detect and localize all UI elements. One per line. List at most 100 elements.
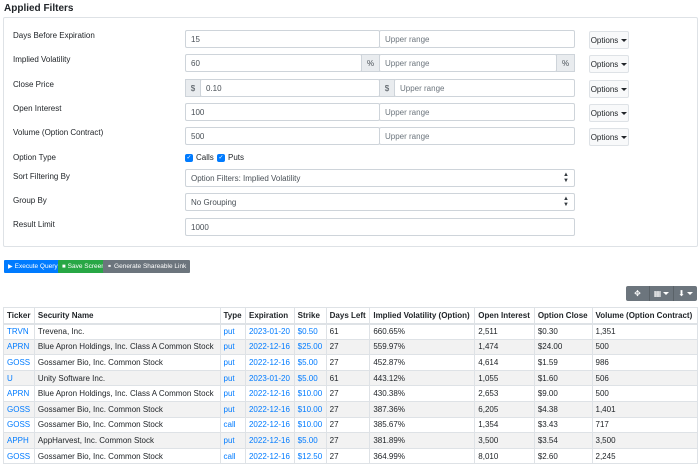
cell-type[interactable]: put: [219, 323, 246, 340]
cell-open-interest: 6,205: [474, 400, 535, 418]
cell-expiration[interactable]: 2022-12-16: [244, 447, 295, 465]
cell-ticker[interactable]: GOSS: [3, 354, 35, 371]
open-interest-options-button[interactable]: Options: [589, 104, 629, 122]
cell-option-close: $1.59: [533, 354, 593, 371]
cell-strike[interactable]: $25.00: [293, 338, 327, 356]
cell-strike[interactable]: $12.50: [293, 447, 327, 465]
cell-option-close: $2.60: [533, 447, 593, 465]
table-row: U Unity Software Inc. put 2023-01-20 $5.00 61…: [3, 369, 698, 387]
cell-strike[interactable]: $5.00: [293, 432, 327, 449]
column-header-expiration[interactable]: Expiration: [244, 307, 295, 325]
open-interest-lower-input[interactable]: 100: [185, 103, 380, 121]
column-header-days-left[interactable]: Days Left: [325, 307, 371, 325]
cell-security-name: Trevena, Inc.: [33, 323, 221, 340]
column-header-type[interactable]: Type: [219, 307, 246, 325]
volume-options-button[interactable]: Options: [589, 128, 629, 146]
cell-type[interactable]: put: [219, 400, 246, 418]
puts-checkbox[interactable]: ✓ Puts: [217, 153, 244, 162]
cell-security-name: Unity Software Inc.: [33, 369, 221, 387]
close-price-upper-input[interactable]: Upper range: [394, 79, 575, 97]
days-before-expiration-upper-input[interactable]: Upper range: [379, 30, 575, 48]
save-screen-button[interactable]: ■ Save Screen: [58, 260, 109, 273]
table-toolbar: ✥ ▦ ⬇: [626, 286, 697, 301]
cell-expiration[interactable]: 2022-12-16: [244, 385, 295, 402]
save-icon: ■: [62, 263, 66, 270]
implied-volatility-upper-input[interactable]: Upper range: [379, 54, 557, 72]
close-price-options-button[interactable]: Options: [589, 80, 629, 98]
days-before-expiration-lower-input[interactable]: 15: [185, 30, 380, 48]
volume-lower-input[interactable]: 500: [185, 127, 380, 145]
check-icon: ✓: [185, 153, 193, 162]
cell-implied-volatility: 381.89%: [369, 432, 476, 449]
generate-shareable-link-button[interactable]: ⚭ Generate Shareable Link: [103, 260, 191, 273]
cell-expiration[interactable]: 2023-01-20: [244, 369, 295, 387]
cell-open-interest: 3,500: [474, 432, 535, 449]
implied-volatility-lower-input[interactable]: 60: [185, 54, 362, 72]
column-header-security-name[interactable]: Security Name: [33, 307, 221, 325]
column-header-ticker[interactable]: Ticker: [3, 307, 35, 325]
column-header-volume[interactable]: Volume (Option Contract): [591, 307, 698, 325]
open-interest-upper-input[interactable]: Upper range: [379, 103, 575, 121]
export-button[interactable]: ⬇: [674, 286, 697, 301]
cell-expiration[interactable]: 2022-12-16: [244, 400, 295, 418]
cell-ticker[interactable]: GOSS: [3, 416, 35, 434]
cell-type[interactable]: put: [219, 432, 246, 449]
cell-type[interactable]: put: [219, 354, 246, 371]
result-limit-input[interactable]: 1000: [185, 218, 575, 236]
cell-type[interactable]: put: [219, 385, 246, 402]
cell-volume: 2,245: [591, 447, 698, 465]
table-row: GOSS Gossamer Bio, Inc. Common Stock put 20…: [3, 400, 698, 418]
open-interest-label: Open Interest: [13, 104, 62, 113]
page-title: Applied Filters: [4, 3, 74, 14]
volume-upper-input[interactable]: Upper range: [379, 127, 575, 145]
dollar-addon: $: [379, 79, 395, 97]
column-header-strike[interactable]: Strike: [293, 307, 327, 325]
cell-strike[interactable]: $0.50: [293, 323, 327, 340]
cell-strike[interactable]: $10.00: [293, 416, 327, 434]
cell-ticker[interactable]: APPH: [3, 432, 35, 449]
days-before-expiration-options-button[interactable]: Options: [589, 31, 629, 49]
cell-ticker[interactable]: GOSS: [3, 400, 35, 418]
cell-open-interest: 2,511: [474, 323, 535, 340]
cell-strike[interactable]: $5.00: [293, 354, 327, 371]
cell-strike[interactable]: $10.00: [293, 400, 327, 418]
cell-expiration[interactable]: 2022-12-16: [244, 354, 295, 371]
cell-open-interest: 2,653: [474, 385, 535, 402]
cell-implied-volatility: 443.12%: [369, 369, 476, 387]
sort-filtering-select[interactable]: Option Filters: Implied Volatility ▲ ▼: [185, 169, 575, 187]
close-price-lower-input[interactable]: 0.10: [200, 79, 380, 97]
cell-expiration[interactable]: 2022-12-16: [244, 432, 295, 449]
execute-query-button[interactable]: ▶ Execute Query: [4, 260, 62, 273]
cell-ticker[interactable]: U: [3, 369, 35, 387]
select-arrows-icon: ▲ ▼: [563, 196, 569, 208]
cell-type[interactable]: put: [219, 338, 246, 356]
volume-label: Volume (Option Contract): [13, 128, 104, 137]
cell-type[interactable]: call: [219, 416, 246, 434]
cell-expiration[interactable]: 2022-12-16: [244, 416, 295, 434]
move-icon: ✥: [634, 289, 641, 298]
cell-strike[interactable]: $10.00: [293, 385, 327, 402]
cell-ticker[interactable]: GOSS: [3, 447, 35, 465]
cell-strike[interactable]: $5.00: [293, 369, 327, 387]
column-header-open-interest[interactable]: Open Interest: [474, 307, 535, 325]
table-row: GOSS Gossamer Bio, Inc. Common Stock put 20…: [3, 354, 698, 371]
cell-ticker[interactable]: TRVN: [3, 323, 35, 340]
caret-down-icon: [621, 87, 628, 91]
column-header-option-close[interactable]: Option Close: [533, 307, 593, 325]
close-price-label: Close Price: [13, 80, 54, 89]
cell-days-left: 27: [325, 416, 371, 434]
cell-expiration[interactable]: 2023-01-20: [244, 323, 295, 340]
column-header-implied-volatility[interactable]: Implied Volatility (Option): [369, 307, 476, 325]
cell-ticker[interactable]: APRN: [3, 385, 35, 402]
calls-checkbox[interactable]: ✓ Calls: [185, 153, 214, 162]
columns-button[interactable]: ▦: [650, 286, 674, 301]
implied-volatility-options-button[interactable]: Options: [589, 55, 629, 73]
move-button[interactable]: ✥: [626, 286, 650, 301]
cell-type[interactable]: call: [219, 447, 246, 465]
cell-type[interactable]: put: [219, 369, 246, 387]
option-type-label: Option Type: [13, 153, 56, 162]
cell-expiration[interactable]: 2022-12-16: [244, 338, 295, 356]
check-icon: ✓: [217, 153, 225, 162]
group-by-select[interactable]: No Grouping ▲ ▼: [185, 193, 575, 211]
cell-ticker[interactable]: APRN: [3, 338, 35, 356]
